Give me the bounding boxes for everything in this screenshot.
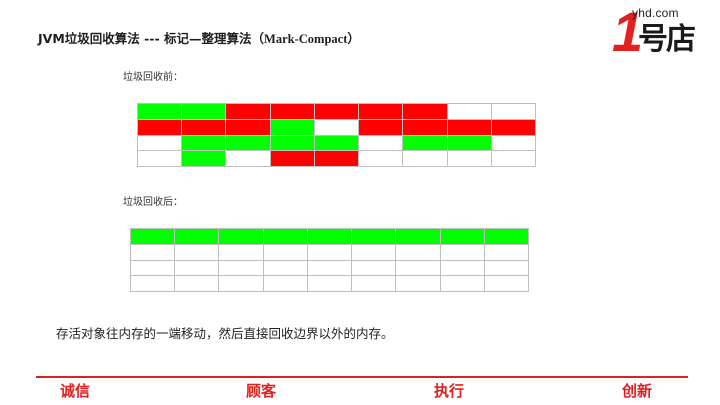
- memory-cell-free: [483, 275, 530, 292]
- memory-cell-live: [439, 228, 485, 245]
- memory-cell-free: [490, 150, 537, 167]
- memory-cell-free: [306, 260, 353, 276]
- memory-cell-garbage: [313, 103, 360, 120]
- memory-cell-free: [129, 244, 176, 261]
- memory-cell-free: [262, 260, 308, 276]
- memory-cell-free: [490, 103, 537, 120]
- memory-cell-free: [358, 150, 404, 167]
- footer-value-customer: 顾客: [246, 382, 277, 400]
- memory-cell-garbage: [225, 103, 271, 120]
- memory-cell-garbage: [313, 150, 360, 167]
- memory-cell-free: [174, 275, 220, 292]
- memory-cell-live: [181, 150, 227, 167]
- memory-cell-live: [225, 135, 271, 151]
- memory-cell-live: [174, 228, 220, 245]
- memory-cell-live: [402, 135, 448, 151]
- memory-cell-free: [439, 275, 485, 292]
- memory-cell-free: [218, 275, 264, 292]
- memory-cell-free: [306, 275, 353, 292]
- memory-cell-free: [395, 260, 441, 276]
- memory-cell-live: [129, 228, 176, 245]
- memory-cell-free: [129, 260, 176, 276]
- memory-cell-free: [446, 103, 492, 120]
- memory-cell-free: [136, 150, 183, 167]
- memory-cell-garbage: [136, 119, 183, 136]
- memory-cell-free: [483, 260, 530, 276]
- footer-value-innovation: 创新: [622, 382, 653, 400]
- memory-cell-live: [313, 135, 360, 151]
- memory-cell-free: [483, 244, 530, 261]
- memory-cell-free: [439, 244, 485, 261]
- after-caption: 垃圾回收后：: [123, 197, 183, 208]
- memory-cell-free: [262, 244, 308, 261]
- memory-cell-free: [351, 260, 397, 276]
- memory-cell-free: [218, 260, 264, 276]
- memory-cell-live: [269, 119, 315, 136]
- memory-cell-free: [129, 275, 176, 292]
- memory-cell-live: [446, 135, 492, 151]
- memory-cell-free: [262, 275, 308, 292]
- memory-cell-garbage: [269, 150, 315, 167]
- after-grid-row: [129, 228, 530, 245]
- memory-cell-live: [181, 103, 227, 120]
- footer-value-execution: 执行: [434, 382, 465, 400]
- title-main: JVM垃圾回收算法 --- 标记—整理算法（: [38, 31, 265, 46]
- title-algo-name: Mark-Compact: [264, 32, 348, 46]
- before-grid-row: [136, 103, 537, 120]
- memory-cell-garbage: [490, 119, 537, 136]
- summary-text: 存活对象往内存的一端移动，然后直接回收边界以外的内存。: [56, 326, 394, 341]
- memory-cell-free: [490, 135, 537, 151]
- memory-cell-live: [218, 228, 264, 245]
- before-caption: 垃圾回收前：: [123, 72, 183, 83]
- memory-cell-live: [136, 103, 183, 120]
- memory-cell-live: [395, 228, 441, 245]
- memory-cell-free: [402, 150, 448, 167]
- memory-grid-after: [129, 228, 530, 292]
- memory-cell-free: [225, 150, 271, 167]
- memory-cell-garbage: [225, 119, 271, 136]
- memory-grid-before: [136, 103, 537, 167]
- memory-cell-free: [395, 244, 441, 261]
- memory-cell-free: [358, 135, 404, 151]
- memory-cell-live: [351, 228, 397, 245]
- before-grid-row: [136, 150, 537, 167]
- footer-divider: [36, 376, 688, 378]
- after-grid-row: [129, 275, 530, 292]
- memory-cell-live: [262, 228, 308, 245]
- memory-cell-live: [269, 135, 315, 151]
- memory-cell-garbage: [402, 119, 448, 136]
- memory-cell-garbage: [358, 103, 404, 120]
- memory-cell-free: [174, 260, 220, 276]
- memory-cell-free: [174, 244, 220, 261]
- before-grid-row: [136, 135, 537, 151]
- memory-cell-live: [483, 228, 530, 245]
- memory-cell-free: [446, 150, 492, 167]
- logo-domain: yhd.com: [632, 6, 679, 20]
- memory-cell-free: [439, 260, 485, 276]
- after-grid-row: [129, 244, 530, 261]
- memory-cell-free: [306, 244, 353, 261]
- memory-cell-live: [306, 228, 353, 245]
- memory-cell-free: [351, 244, 397, 261]
- memory-cell-garbage: [269, 103, 315, 120]
- yhd-logo: 1 yhd.com 号店: [598, 2, 708, 66]
- after-grid-row: [129, 260, 530, 276]
- footer-value-integrity: 诚信: [60, 382, 91, 400]
- memory-cell-garbage: [181, 119, 227, 136]
- memory-cell-free: [395, 275, 441, 292]
- page-title: JVM垃圾回收算法 --- 标记—整理算法（Mark-Compact）: [38, 28, 360, 47]
- memory-cell-garbage: [402, 103, 448, 120]
- memory-cell-free: [136, 135, 183, 151]
- title-close: ）: [347, 31, 360, 46]
- memory-cell-live: [181, 135, 227, 151]
- memory-cell-garbage: [446, 119, 492, 136]
- memory-cell-free: [351, 275, 397, 292]
- memory-cell-free: [218, 244, 264, 261]
- memory-cell-free: [313, 119, 360, 136]
- logo-name: 号店: [638, 22, 696, 57]
- before-grid-row: [136, 119, 537, 136]
- memory-cell-garbage: [358, 119, 404, 136]
